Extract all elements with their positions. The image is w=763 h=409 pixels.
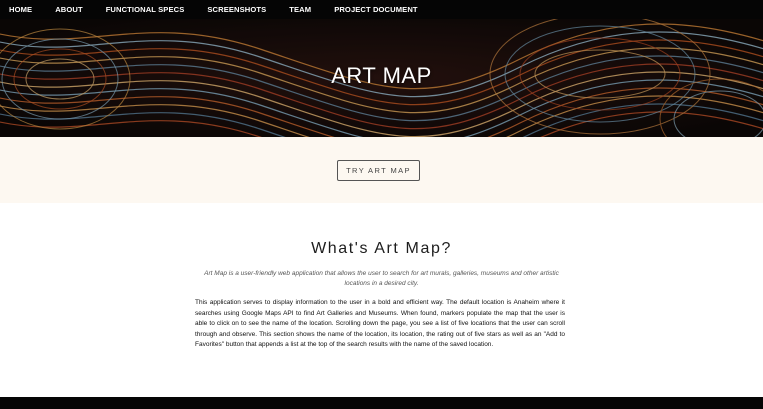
nav-item-team[interactable]: TEAM	[289, 5, 311, 14]
footer-bar	[0, 397, 763, 409]
about-lead-text: Art Map is a user-friendly web applicati…	[195, 269, 568, 289]
about-lead-description: is a user-friendly web application that …	[226, 270, 559, 287]
about-section: What's Art Map? Art Map is a user-friend…	[0, 203, 763, 397]
nav-item-home[interactable]: HOME	[9, 5, 32, 14]
try-art-map-button[interactable]: TRY ART MAP	[337, 160, 420, 181]
nav-item-project-document[interactable]: PROJECT DOCUMENT	[334, 5, 417, 14]
about-heading: What's Art Map?	[311, 240, 452, 257]
page: HOME ABOUT FUNCTIONAL SPECS SCREENSHOTS …	[0, 0, 763, 409]
about-body-text: This application serves to display infor…	[195, 299, 565, 348]
hero-banner: ART MAP	[0, 19, 763, 137]
hero-title: ART MAP	[331, 63, 432, 88]
top-navbar: HOME ABOUT FUNCTIONAL SPECS SCREENSHOTS …	[0, 0, 763, 19]
nav-item-screenshots[interactable]: SCREENSHOTS	[207, 5, 266, 14]
cta-band: TRY ART MAP	[0, 137, 763, 203]
about-lead-app-name: Art Map	[204, 270, 227, 277]
nav-item-functional-specs[interactable]: FUNCTIONAL SPECS	[106, 5, 185, 14]
nav-item-about[interactable]: ABOUT	[55, 5, 83, 14]
